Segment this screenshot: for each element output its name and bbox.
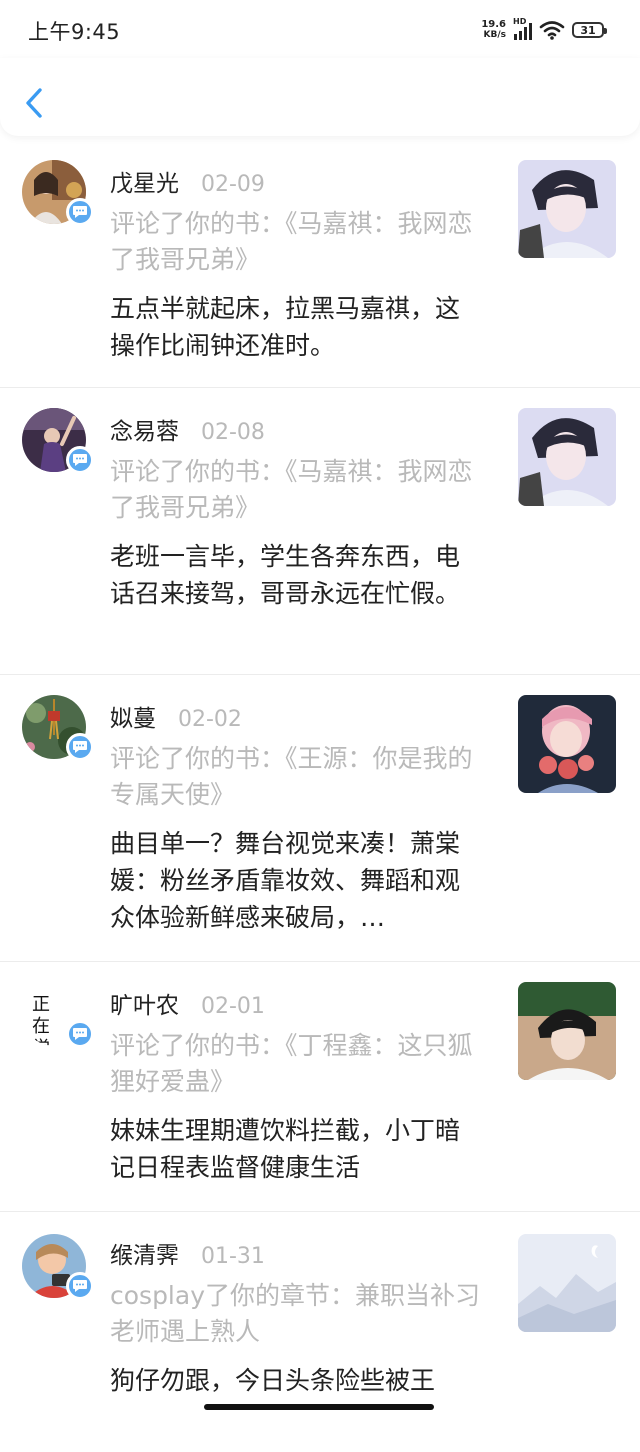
user-name[interactable]: 念易蓉: [110, 412, 179, 446]
book-thumbnail[interactable]: [518, 1234, 616, 1332]
book-reference[interactable]: 评论了你的书：《丁程鑫：这只狐狸好爱蛊》: [110, 1028, 480, 1100]
comment-text[interactable]: 曲目单一？舞台视觉来凑！萧棠媛：粉丝矛盾靠妆效、舞蹈和观众体验新鲜感来破局，…: [110, 825, 480, 936]
battery-icon: 31: [572, 22, 607, 38]
network-speed-unit: KB/s: [483, 30, 506, 40]
list-item[interactable]: 正在学习 旷叶农 02-01 评论了你的书：《丁程鑫：这只狐狸好爱蛊》 妹妹生理…: [0, 962, 640, 1212]
user-name[interactable]: 缑清霁: [110, 1236, 179, 1270]
network-speed: 19.6 KB/s: [481, 19, 506, 41]
comment-text[interactable]: 狗仔勿跟，今日头条险些被王: [110, 1362, 480, 1399]
wifi-icon: [539, 21, 565, 40]
item-header: 缑清霁 01-31: [110, 1236, 265, 1270]
chapter-reference[interactable]: cosplay了你的章节：兼职当补习老师遇上熟人: [110, 1278, 480, 1350]
list-item[interactable]: 戊星光 02-09 评论了你的书：《马嘉祺：我网恋了我哥兄弟》 五点半就起床，拉…: [0, 140, 640, 388]
book-thumbnail[interactable]: [518, 982, 616, 1080]
comment-bubble-icon: [66, 733, 94, 761]
book-thumbnail[interactable]: [518, 695, 616, 793]
top-nav-bar: [0, 58, 640, 136]
chevron-left-icon[interactable]: [18, 82, 52, 122]
item-date: 02-02: [178, 707, 242, 732]
list-item[interactable]: 念易蓉 02-08 评论了你的书：《马嘉祺：我网恋了我哥兄弟》 老班一言毕，学生…: [0, 388, 640, 675]
home-indicator[interactable]: [204, 1404, 434, 1410]
hd-label: HD: [513, 17, 527, 26]
comment-text[interactable]: 妹妹生理期遭饮料拦截，小丁暗记日程表监督健康生活: [110, 1112, 480, 1186]
status-time: 上午9:45: [28, 20, 121, 44]
comment-bubble-icon: [66, 198, 94, 226]
comment-bubble-icon: [66, 1020, 94, 1048]
status-bar: 上午9:45 19.6 KB/s HD 31: [0, 0, 640, 58]
list-item[interactable]: 缑清霁 01-31 cosplay了你的章节：兼职当补习老师遇上熟人 狗仔勿跟，…: [0, 1212, 640, 1452]
book-reference[interactable]: 评论了你的书：《马嘉祺：我网恋了我哥兄弟》: [110, 206, 480, 278]
comment-text[interactable]: 老班一言毕，学生各奔东西，电话召来接驾，哥哥永远在忙假。: [110, 538, 480, 612]
list-item[interactable]: 姒蔓 02-02 评论了你的书：《王源：你是我的专属天使》 曲目单一？舞台视觉来…: [0, 675, 640, 962]
item-header: 姒蔓 02-02: [110, 699, 242, 733]
book-thumbnail[interactable]: [518, 160, 616, 258]
book-reference[interactable]: 评论了你的书：《王源：你是我的专属天使》: [110, 741, 480, 813]
cellular-signal-icon: HD: [513, 17, 532, 40]
status-icons: 19.6 KB/s HD 31: [481, 17, 607, 42]
item-header: 戊星光 02-09: [110, 164, 265, 198]
item-date: 02-08: [201, 420, 265, 445]
notification-list: 戊星光 02-09 评论了你的书：《马嘉祺：我网恋了我哥兄弟》 五点半就起床，拉…: [0, 140, 640, 1452]
comment-bubble-icon: [66, 446, 94, 474]
item-header: 念易蓉 02-08: [110, 412, 265, 446]
user-name[interactable]: 姒蔓: [110, 699, 156, 733]
item-date: 01-31: [201, 1244, 265, 1269]
item-date: 02-09: [201, 172, 265, 197]
item-date: 02-01: [201, 994, 265, 1019]
user-name[interactable]: 旷叶农: [110, 986, 179, 1020]
comment-text[interactable]: 五点半就起床，拉黑马嘉祺，这操作比闹钟还准时。: [110, 290, 480, 364]
comment-bubble-icon: [66, 1272, 94, 1300]
book-thumbnail[interactable]: [518, 408, 616, 506]
item-header: 旷叶农 02-01: [110, 986, 265, 1020]
user-name[interactable]: 戊星光: [110, 164, 179, 198]
network-speed-value: 19.6: [481, 19, 506, 30]
book-reference[interactable]: 评论了你的书：《马嘉祺：我网恋了我哥兄弟》: [110, 454, 480, 526]
